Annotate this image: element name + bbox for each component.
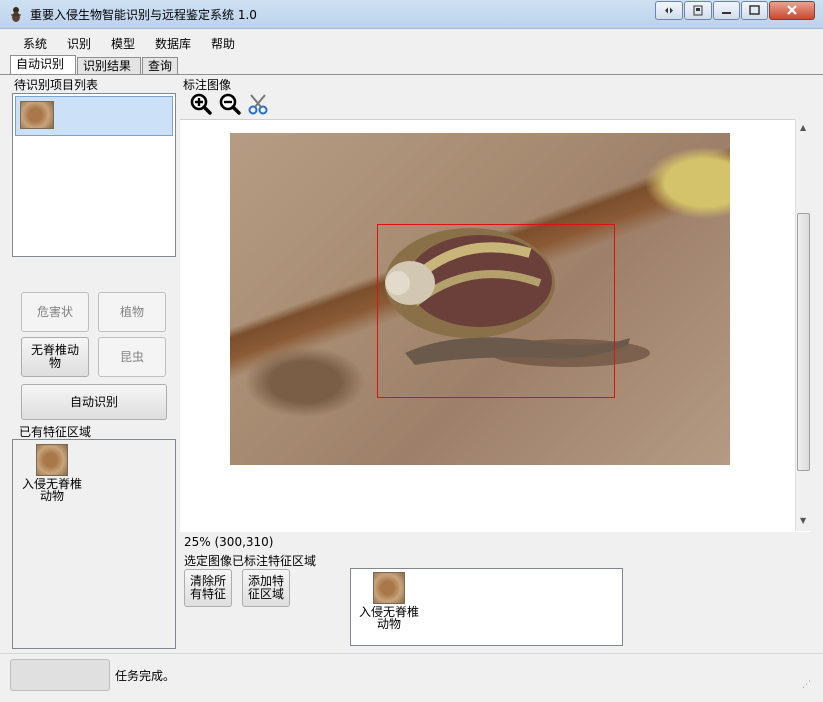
tab-auto-identify[interactable]: 自动识别: [10, 55, 76, 74]
pending-list[interactable]: [12, 93, 176, 257]
scroll-down-icon[interactable]: ▼: [800, 516, 806, 525]
canvas-scrollbar[interactable]: ▲ ▼: [795, 119, 812, 531]
zoom-in-icon[interactable]: [190, 93, 212, 115]
scroll-up-icon[interactable]: ▲: [800, 123, 806, 132]
status-bar: 任务完成。 ⋰: [0, 653, 823, 702]
existing-region-label[interactable]: 入侵无脊椎 动物: [19, 478, 85, 502]
pending-list-item[interactable]: [15, 96, 173, 136]
tab-divider: [0, 74, 823, 75]
existing-regions-label: 已有特征区域: [19, 425, 92, 439]
auto-identify-button[interactable]: 自动识别: [21, 384, 167, 420]
title-bar: 重要入侵生物智能识别与远程鉴定系统 1.0: [0, 0, 823, 29]
tab-results[interactable]: 识别结果: [77, 57, 141, 74]
plant-button[interactable]: 植物: [98, 292, 166, 332]
minimize-button[interactable]: [713, 1, 740, 20]
selected-regions-list[interactable]: 入侵无脊椎 动物: [350, 568, 623, 646]
menu-model[interactable]: 模型: [111, 35, 135, 52]
menu-identify[interactable]: 识别: [67, 35, 91, 52]
snail-thumbnail: [20, 101, 54, 129]
zoom-out-icon[interactable]: [219, 93, 241, 115]
selection-rectangle[interactable]: [377, 224, 615, 398]
menu-help[interactable]: 帮助: [211, 35, 235, 52]
tab-query[interactable]: 查询: [142, 57, 178, 74]
pending-list-label: 待识别项目列表: [14, 78, 99, 92]
region-thumbnail: [36, 444, 68, 476]
title-copy-button[interactable]: [684, 1, 712, 20]
menu-bar: 系统 识别 模型 数据库 帮助: [0, 30, 823, 54]
scissors-icon[interactable]: [248, 93, 270, 115]
add-region-button[interactable]: 添加特 征区域: [242, 569, 290, 607]
invertebrate-button[interactable]: 无脊椎动 物: [21, 337, 89, 377]
app-icon: [8, 6, 24, 22]
maximize-button[interactable]: [741, 1, 768, 20]
close-button[interactable]: [769, 1, 815, 20]
scrollbar-thumb[interactable]: [797, 213, 810, 471]
selected-region-label[interactable]: 入侵无脊椎 动物: [356, 606, 422, 630]
harm-symptom-button[interactable]: 危害状: [21, 292, 89, 332]
insect-button[interactable]: 昆虫: [98, 337, 166, 377]
resize-grip-icon[interactable]: ⋰: [802, 680, 811, 690]
progress-bar: [10, 659, 110, 691]
status-message: 任务完成。: [115, 669, 176, 683]
clear-features-button[interactable]: 清除所 有特征: [184, 569, 232, 607]
zoom-status: 25% (300,310): [184, 535, 274, 549]
existing-regions-list[interactable]: 入侵无脊椎 动物: [12, 439, 176, 649]
menu-system[interactable]: 系统: [23, 35, 47, 52]
annotate-label: 标注图像: [183, 78, 232, 92]
title-extra-button[interactable]: [655, 1, 683, 20]
selected-regions-label: 选定图像已标注特征区域: [184, 554, 317, 568]
window-title: 重要入侵生物智能识别与远程鉴定系统 1.0: [30, 8, 257, 22]
menu-database[interactable]: 数据库: [155, 35, 191, 52]
selected-region-thumbnail: [373, 572, 405, 604]
